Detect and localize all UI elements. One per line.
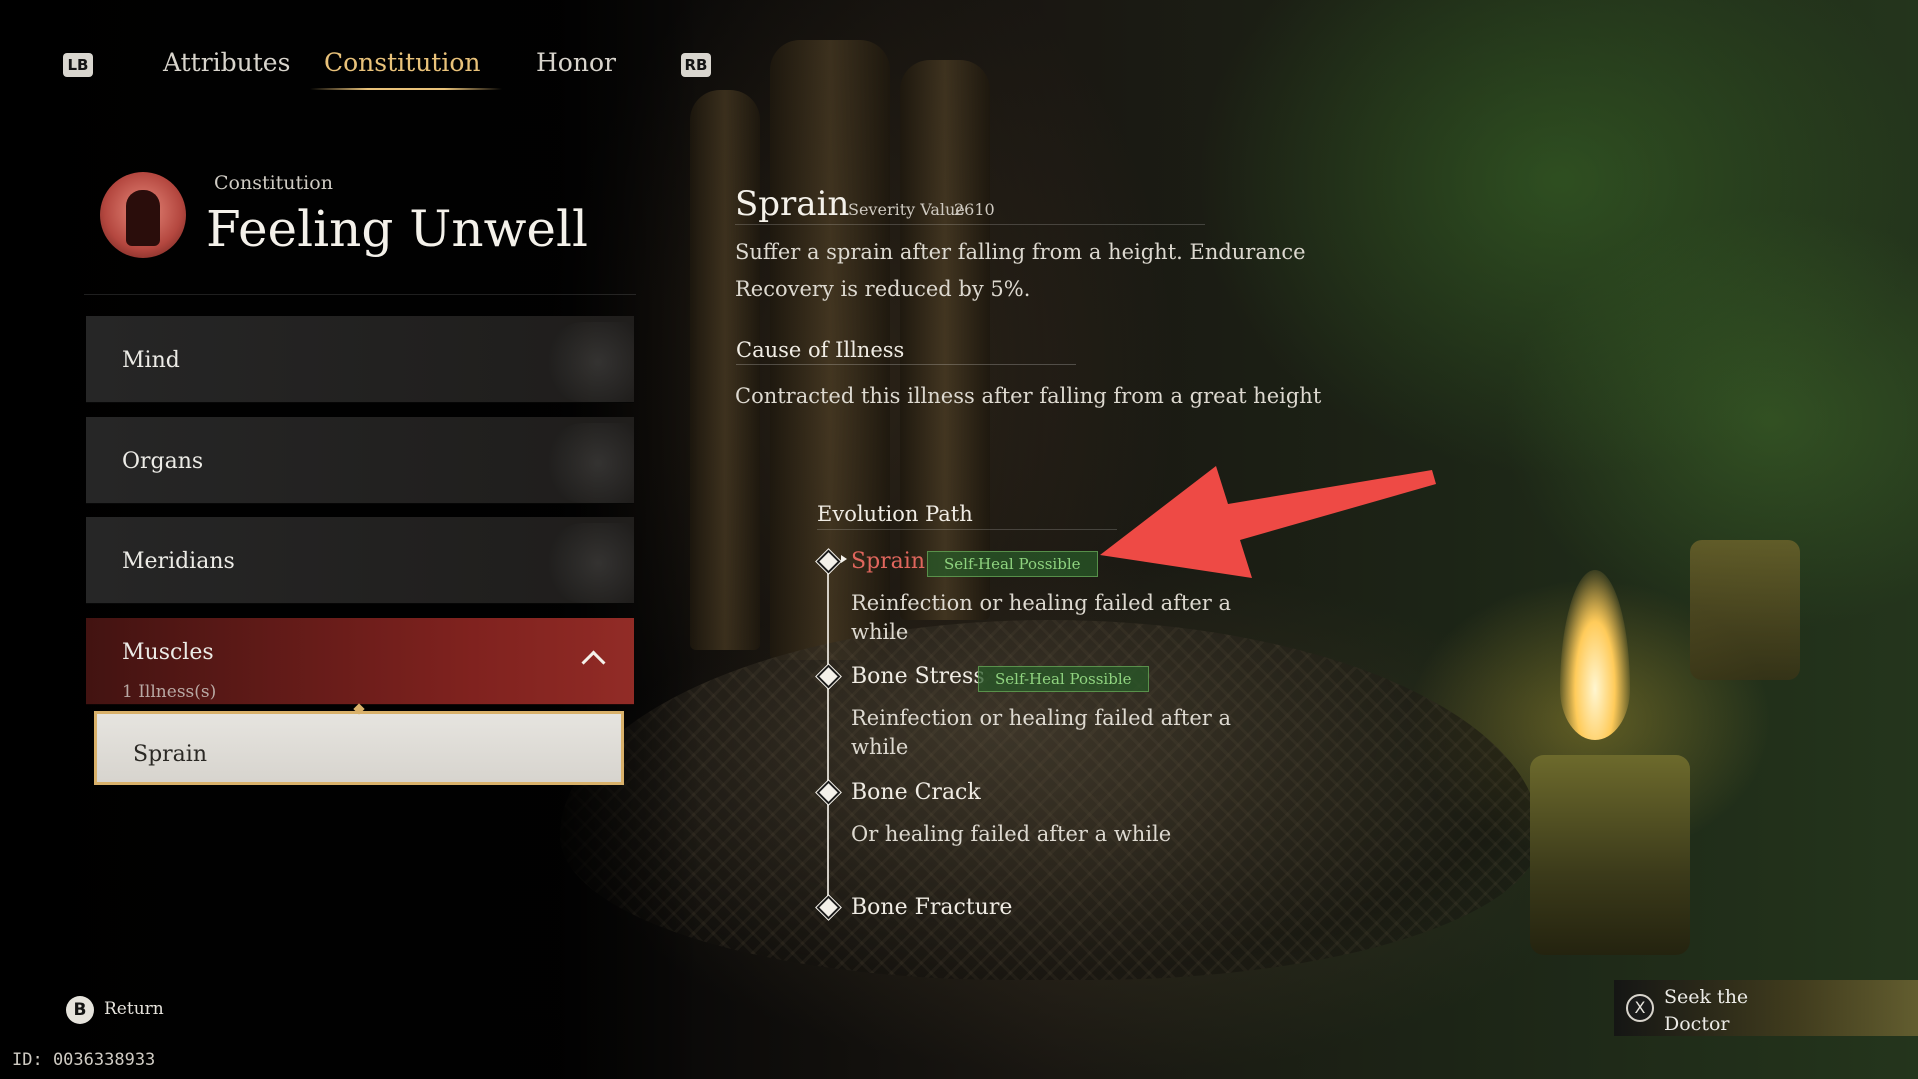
illness-item-sprain[interactable]: Sprain	[94, 703, 624, 785]
red-arrow-annotation	[1100, 466, 1436, 578]
tab-honor[interactable]: Honor	[536, 48, 616, 77]
x-button-icon: X	[1626, 994, 1654, 1022]
candle-flame-scenery	[1560, 570, 1630, 740]
severity-value: 2610	[954, 200, 995, 219]
category-muscles[interactable]: Muscles 1 Illness(s)	[86, 618, 634, 705]
category-label: Muscles	[122, 640, 214, 665]
lb-button-icon[interactable]: LB	[63, 53, 93, 77]
current-stage-marker-icon	[841, 555, 847, 563]
tab-attributes[interactable]: Attributes	[163, 48, 290, 77]
title-divider	[735, 224, 1205, 225]
evolution-stage-name: Bone Fracture	[851, 895, 1013, 920]
bamboo-scenery	[690, 90, 760, 650]
illness-description: Suffer a sprain after falling from a hei…	[735, 240, 1306, 301]
evolution-divider	[817, 529, 1117, 530]
candle-scenery	[1690, 540, 1800, 680]
category-organs[interactable]: Organs	[86, 417, 634, 504]
evolution-heading: Evolution Path	[817, 502, 973, 526]
category-label: Meridians	[122, 549, 235, 574]
category-label: Organs	[122, 449, 204, 474]
evolution-stage-name: Bone Crack	[851, 780, 981, 805]
tab-constitution[interactable]: Constitution	[324, 48, 481, 77]
meridians-emblem-icon	[544, 523, 634, 603]
severity-label: Severity Value	[848, 200, 965, 219]
top-tab-bar: LB Attributes Constitution Honor RB	[0, 0, 760, 100]
illness-count: 1 Illness(s)	[122, 682, 217, 702]
category-label: Mind	[122, 348, 180, 373]
rb-button-icon[interactable]: RB	[681, 53, 711, 77]
evolution-timeline	[827, 562, 829, 907]
active-tab-underline	[310, 88, 502, 90]
figure-portrait-icon	[100, 172, 186, 258]
seek-doctor-label: Seek the Doctor	[1664, 986, 1749, 1035]
illness-title: Sprain	[735, 184, 850, 224]
evolution-stage-name: Sprain	[851, 549, 925, 574]
self-heal-badge: Self-Heal Possible	[978, 666, 1149, 692]
seek-doctor-button[interactable]: X Seek the Doctor	[1614, 980, 1918, 1036]
organs-emblem-icon	[544, 423, 634, 503]
chevron-up-icon[interactable]	[581, 650, 606, 675]
evolution-stage-desc: Reinfection or healing failed after a wh…	[851, 706, 1232, 759]
page-title: Feeling Unwell	[206, 200, 588, 258]
game-screen: LB Attributes Constitution Honor RB Cons…	[0, 0, 1918, 1079]
mind-emblem-icon	[544, 322, 634, 402]
category-meridians[interactable]: Meridians	[86, 517, 634, 604]
candle-scenery	[1530, 755, 1690, 955]
category-mind[interactable]: Mind	[86, 316, 634, 403]
cause-text: Contracted this illness after falling fr…	[735, 384, 1322, 408]
cause-divider	[736, 364, 1076, 365]
header-divider	[84, 294, 636, 295]
bamboo-scenery	[900, 60, 990, 620]
illness-item-label: Sprain	[133, 742, 207, 767]
cause-heading: Cause of Illness	[736, 338, 905, 362]
return-label[interactable]: Return	[104, 999, 164, 1019]
evolution-stage-name: Bone Stress	[851, 664, 985, 689]
red-arrow-shape	[1100, 466, 1436, 578]
b-button-icon[interactable]: B	[66, 996, 94, 1024]
header-subtitle: Constitution	[214, 172, 333, 194]
self-heal-badge: Self-Heal Possible	[927, 551, 1098, 577]
player-id: ID: 0036338933	[12, 1050, 156, 1070]
evolution-stage-desc: Or healing failed after a while	[851, 822, 1172, 846]
